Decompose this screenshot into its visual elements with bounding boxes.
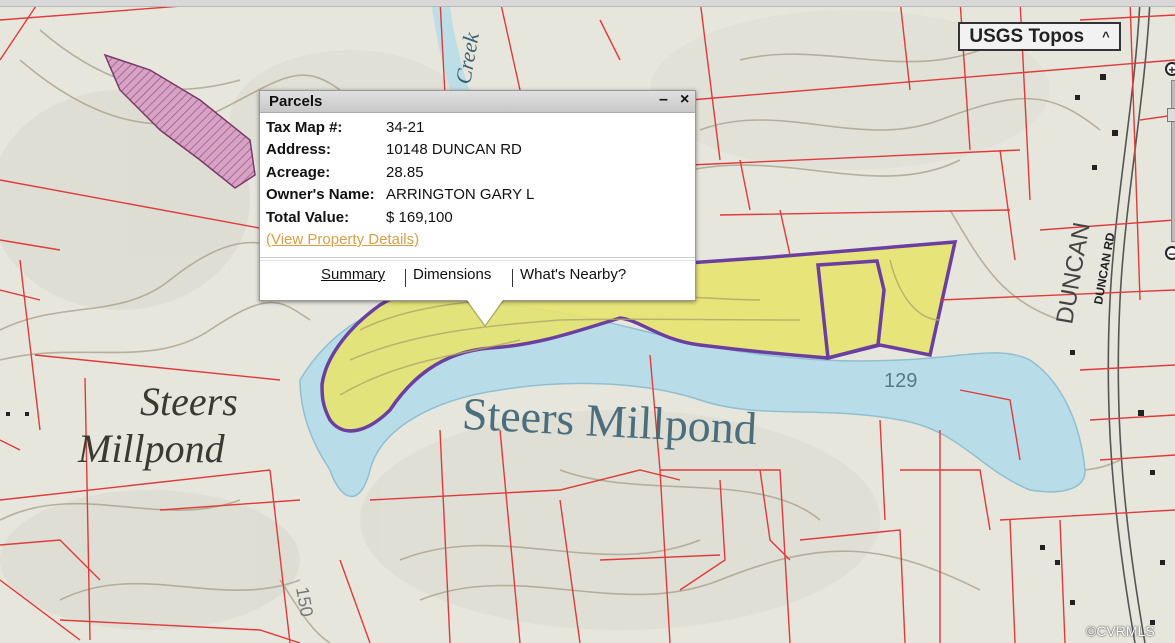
divider bbox=[260, 260, 695, 261]
field-label: Total Value: bbox=[266, 209, 350, 226]
tab-dimensions[interactable]: Dimensions bbox=[413, 266, 491, 283]
field-label: Address: bbox=[266, 141, 332, 158]
zoom-slider-thumb[interactable] bbox=[1167, 108, 1175, 122]
divider bbox=[260, 257, 695, 258]
field-value: $ 169,100 bbox=[386, 209, 453, 226]
tab-summary[interactable]: Summary bbox=[321, 266, 385, 283]
copyright-watermark: ©CVRMLS bbox=[1086, 623, 1155, 639]
popup-title: Parcels bbox=[269, 93, 323, 110]
zoom-slider-track[interactable] bbox=[1171, 80, 1175, 242]
pond-label-left-line2: Millpond bbox=[77, 426, 226, 471]
contour-label-129: 129 bbox=[884, 370, 917, 392]
field-label: Tax Map #: bbox=[266, 119, 343, 136]
top-toolbar-edge bbox=[0, 0, 1175, 7]
basemap-label: USGS Topos bbox=[969, 25, 1085, 47]
close-icon[interactable]: × bbox=[680, 91, 689, 109]
chevron-up-icon: ^ bbox=[1102, 29, 1110, 44]
zoom-control: + − bbox=[1163, 56, 1175, 271]
zoom-in-button[interactable]: + bbox=[1165, 62, 1175, 77]
popup-pointer bbox=[467, 300, 503, 325]
field-label: Acreage: bbox=[266, 164, 331, 181]
popup-tabs: Summary Dimensions What's Nearby? bbox=[260, 266, 695, 288]
tab-whats-nearby[interactable]: What's Nearby? bbox=[520, 266, 626, 283]
pond-label-left-line1: Steers bbox=[140, 379, 238, 424]
minimize-icon[interactable]: – bbox=[659, 91, 668, 109]
parcel-popup: Parcels – × Tax Map #: 34-21 Address: 10… bbox=[259, 90, 696, 327]
popup-header: Parcels – × bbox=[260, 91, 695, 113]
tab-divider bbox=[405, 269, 406, 287]
field-value: 10148 DUNCAN RD bbox=[386, 141, 522, 158]
basemap-selector-button[interactable]: USGS Topos ^ bbox=[958, 22, 1121, 51]
field-value: ARRINGTON GARY L bbox=[386, 186, 535, 203]
tab-divider bbox=[512, 269, 513, 287]
view-property-details-link[interactable]: (View Property Details) bbox=[266, 231, 419, 248]
field-label: Owner's Name: bbox=[266, 186, 375, 203]
zoom-out-button[interactable]: − bbox=[1165, 246, 1175, 261]
field-value: 28.85 bbox=[386, 164, 424, 181]
field-value: 34-21 bbox=[386, 119, 425, 136]
